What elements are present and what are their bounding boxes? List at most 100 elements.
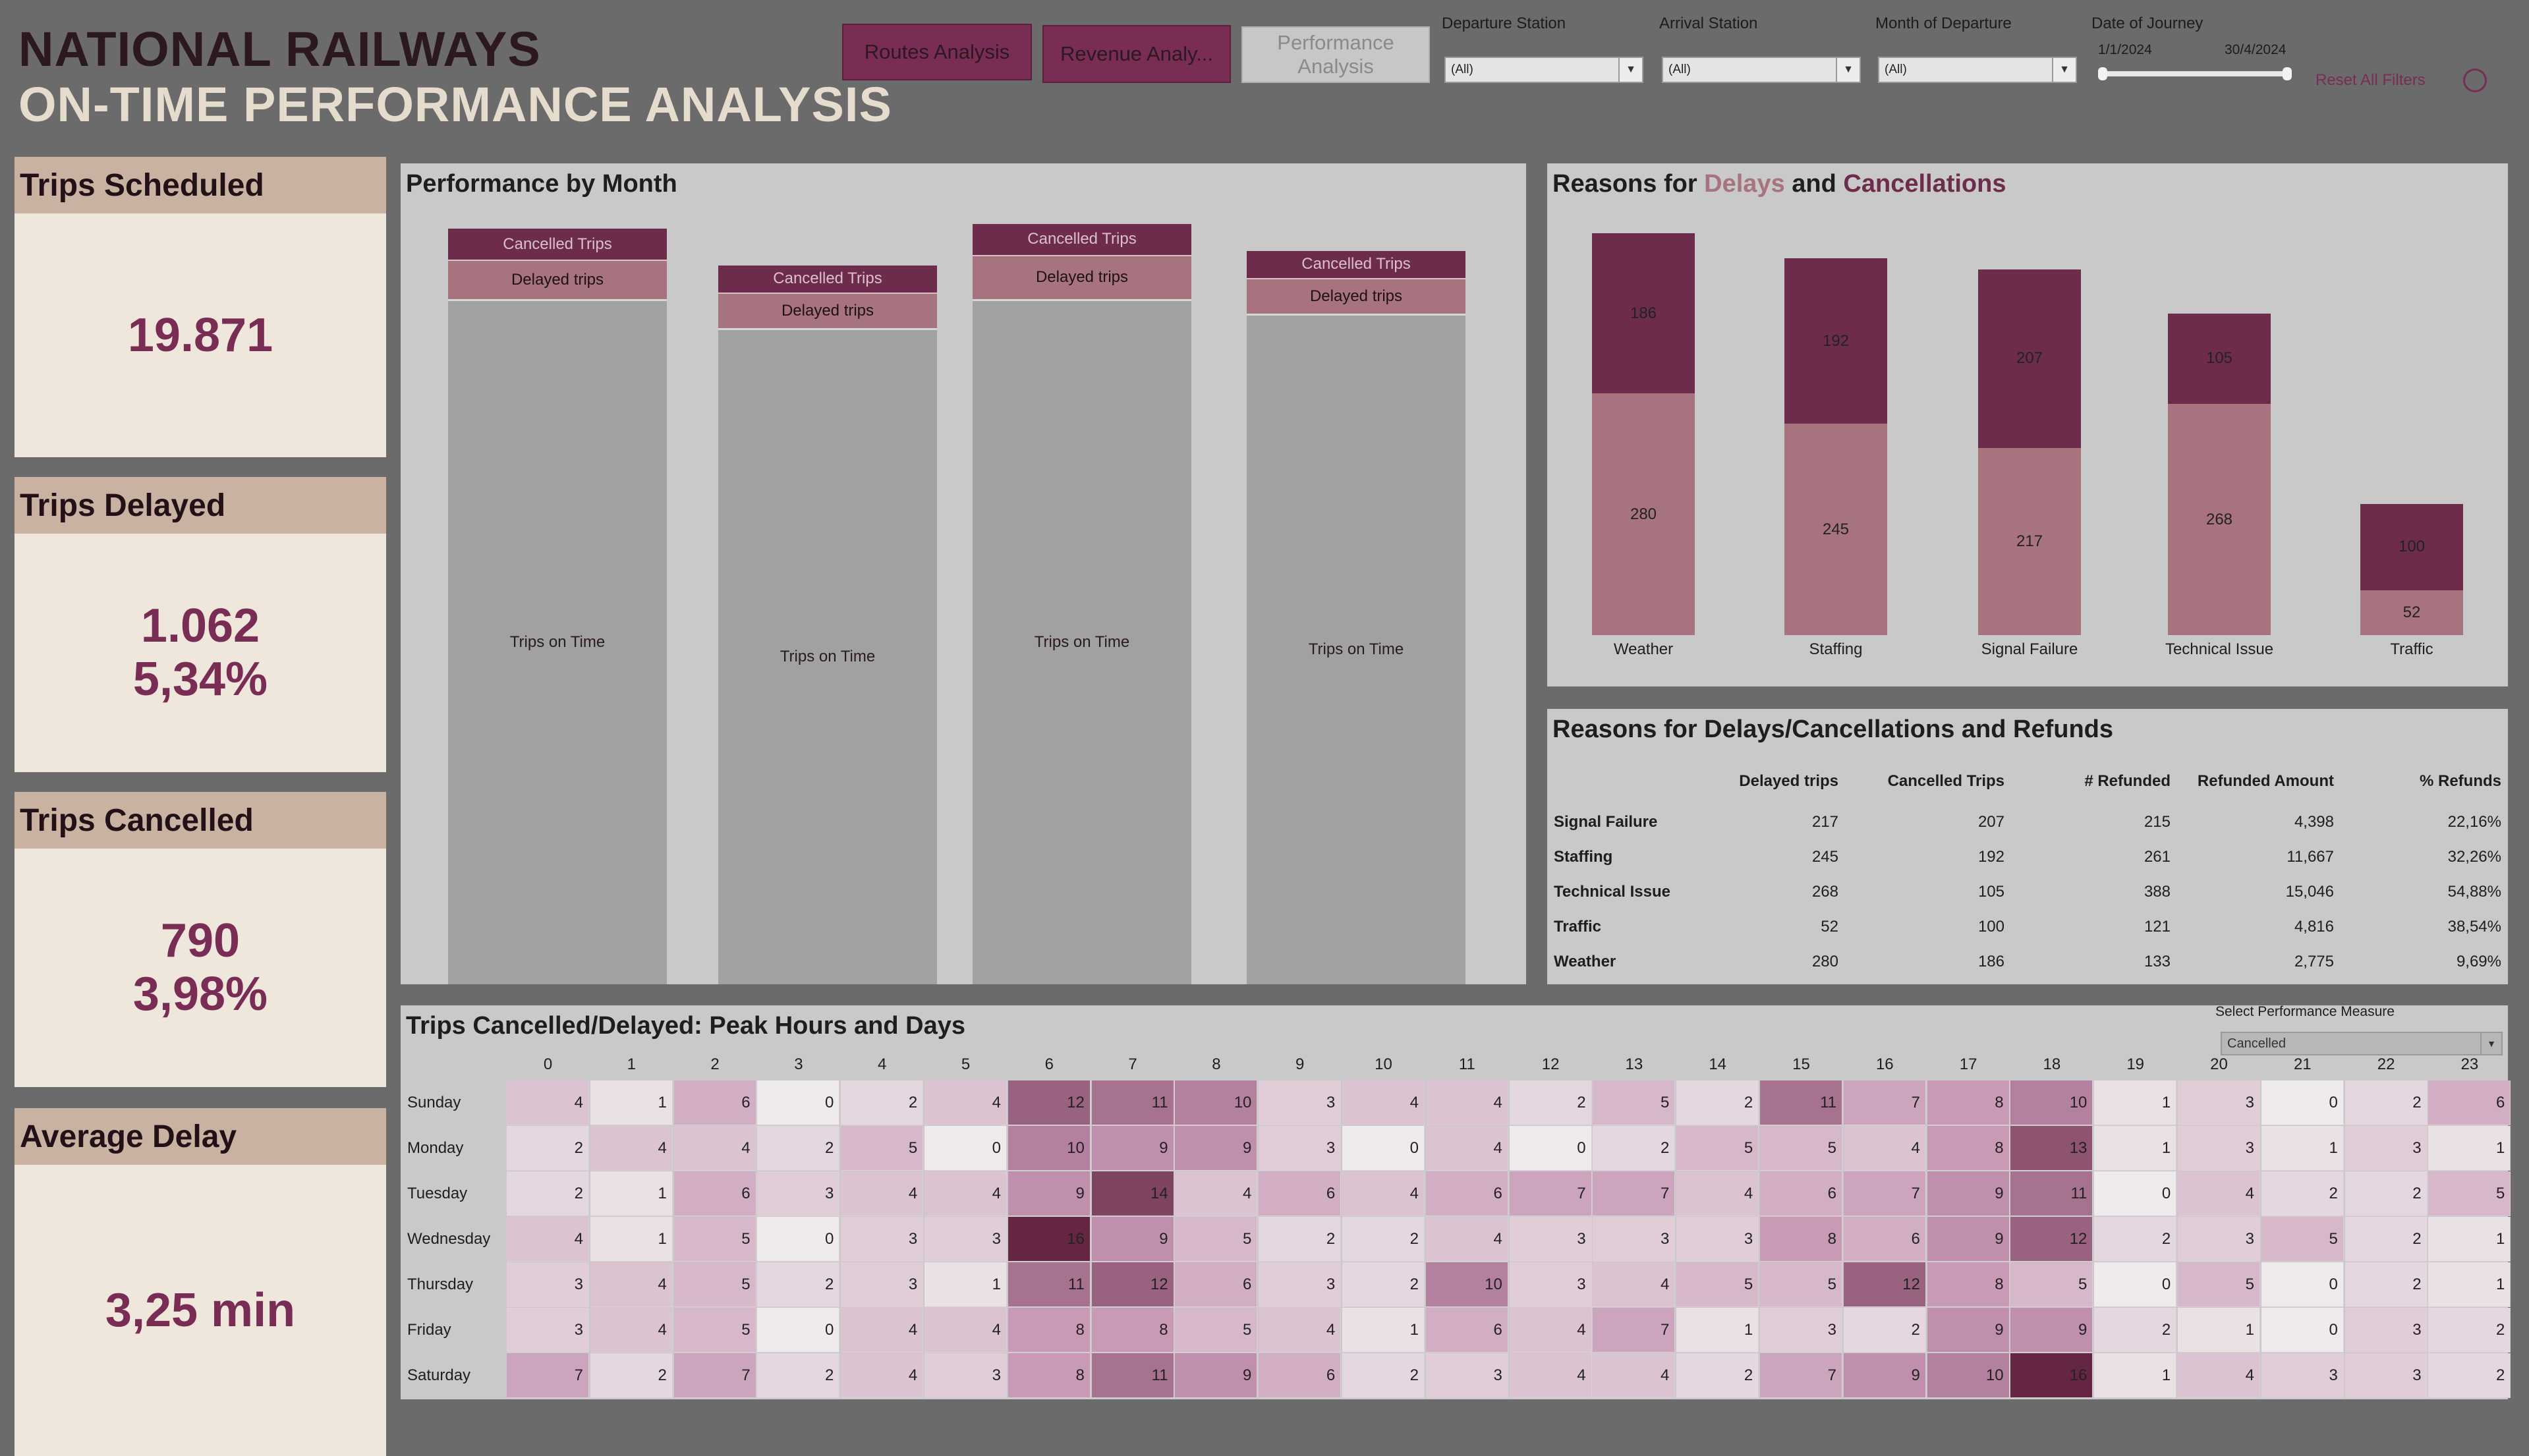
heatmap-cell[interactable]: 2 [1342, 1262, 1425, 1307]
heatmap-cell[interactable]: 0 [1342, 1126, 1425, 1171]
reset-all-filters-link[interactable]: Reset All Filters [2316, 71, 2426, 90]
arrival-station-select[interactable]: (All) ▼ [1662, 57, 1861, 83]
heatmap-cell[interactable]: 4 [1425, 1126, 1508, 1171]
heatmap-cell[interactable]: 4 [1593, 1262, 1676, 1307]
chevron-down-icon[interactable]: ▼ [1836, 58, 1860, 82]
heatmap-cell[interactable]: 6 [1843, 1217, 1926, 1262]
heatmap-cell[interactable]: 9 [2010, 1308, 2093, 1353]
heatmap-cell[interactable]: 4 [1342, 1080, 1425, 1125]
heatmap-cell[interactable]: 0 [2094, 1171, 2177, 1216]
revenue-analysis-button[interactable]: Revenue Analy... [1042, 25, 1231, 83]
heatmap-cell[interactable]: 10 [1927, 1353, 2010, 1398]
heatmap-cell[interactable]: 3 [1425, 1353, 1508, 1398]
heatmap-cell[interactable]: 4 [841, 1353, 924, 1398]
heatmap-cell[interactable]: 3 [1676, 1217, 1759, 1262]
heatmap-cell[interactable]: 7 [1509, 1171, 1592, 1216]
heatmap-cell[interactable]: 5 [2178, 1262, 2260, 1307]
heatmap-cell[interactable]: 4 [924, 1171, 1007, 1216]
heatmap-cell[interactable]: 6 [1425, 1171, 1508, 1216]
heatmap-cell[interactable]: 3 [1593, 1217, 1676, 1262]
heatmap-cell[interactable]: 2 [2428, 1353, 2511, 1398]
heatmap-cell[interactable]: 6 [1425, 1308, 1508, 1353]
heatmap-cell[interactable]: 2 [1593, 1126, 1676, 1171]
heatmap-cell[interactable]: 1 [2261, 1126, 2344, 1171]
heatmap-cell[interactable]: 0 [924, 1126, 1007, 1171]
heatmap-cell[interactable]: 7 [1760, 1353, 1842, 1398]
heatmap-cell[interactable]: 4 [1509, 1308, 1592, 1353]
heatmap-cell[interactable]: 2 [757, 1353, 840, 1398]
heatmap-cell[interactable]: 4 [841, 1171, 924, 1216]
heatmap-cell[interactable]: 11 [1091, 1353, 1174, 1398]
heatmap-cell[interactable]: 3 [1760, 1308, 1842, 1353]
heatmap-cell[interactable]: 0 [1509, 1126, 1592, 1171]
heatmap-cell[interactable]: 4 [2178, 1171, 2260, 1216]
heatmap-cell[interactable]: 2 [2261, 1171, 2344, 1216]
reason-bar[interactable]: 192 245 [1784, 258, 1887, 635]
heatmap-cell[interactable]: 5 [1676, 1262, 1759, 1307]
heatmap-cell[interactable]: 4 [590, 1262, 673, 1307]
heatmap-cell[interactable]: 3 [1259, 1080, 1342, 1125]
heatmap-cell[interactable]: 4 [924, 1080, 1007, 1125]
heatmap-cell[interactable]: 4 [1593, 1353, 1676, 1398]
heatmap-cell[interactable]: 9 [1091, 1126, 1174, 1171]
heatmap-cell[interactable]: 2 [2344, 1171, 2428, 1216]
heatmap-cell[interactable]: 2 [2428, 1308, 2511, 1353]
date-slider-start-handle[interactable] [2098, 67, 2107, 80]
heatmap-cell[interactable]: 3 [2344, 1353, 2428, 1398]
heatmap-cell[interactable]: 4 [1175, 1171, 1258, 1216]
heatmap-cell[interactable]: 4 [841, 1308, 924, 1353]
chevron-down-icon[interactable]: ▼ [1618, 58, 1642, 82]
heatmap-cell[interactable]: 2 [1676, 1353, 1759, 1398]
heatmap-cell[interactable]: 16 [2010, 1353, 2093, 1398]
heatmap-cell[interactable]: 2 [590, 1353, 673, 1398]
heatmap-cell[interactable]: 4 [1425, 1080, 1508, 1125]
heatmap-cell[interactable]: 4 [924, 1308, 1007, 1353]
heatmap-cell[interactable]: 1 [590, 1217, 673, 1262]
heatmap-cell[interactable]: 7 [1843, 1171, 1926, 1216]
date-slider-end-handle[interactable] [2283, 67, 2292, 80]
heatmap-cell[interactable]: 1 [590, 1080, 673, 1125]
heatmap-cell[interactable]: 6 [1760, 1171, 1842, 1216]
heatmap-cell[interactable]: 4 [1425, 1217, 1508, 1262]
heatmap-cell[interactable]: 3 [924, 1353, 1007, 1398]
reason-bar[interactable]: 100 52 [2360, 504, 2463, 635]
heatmap-cell[interactable]: 7 [1593, 1171, 1676, 1216]
departure-station-select[interactable]: (All) ▼ [1444, 57, 1643, 83]
heatmap-cell[interactable]: 12 [1843, 1262, 1926, 1307]
heatmap-cell[interactable]: 2 [1342, 1217, 1425, 1262]
heatmap-cell[interactable]: 5 [2261, 1217, 2344, 1262]
heatmap-cell[interactable]: 5 [673, 1217, 756, 1262]
heatmap-cell[interactable]: 6 [1259, 1171, 1342, 1216]
heatmap-cell[interactable]: 0 [2094, 1262, 2177, 1307]
heatmap-cell[interactable]: 11 [1008, 1262, 1091, 1307]
heatmap-cell[interactable]: 8 [1927, 1080, 2010, 1125]
heatmap-cell[interactable]: 3 [1259, 1262, 1342, 1307]
routes-analysis-button[interactable]: Routes Analysis [842, 24, 1032, 80]
heatmap-cell[interactable]: 2 [2094, 1308, 2177, 1353]
heatmap-cell[interactable]: 13 [2010, 1126, 2093, 1171]
heatmap-cell[interactable]: 4 [1509, 1353, 1592, 1398]
heatmap-cell[interactable]: 8 [1008, 1353, 1091, 1398]
heatmap-cell[interactable]: 2 [757, 1262, 840, 1307]
heatmap-cell[interactable]: 5 [2010, 1262, 2093, 1307]
heatmap-cell[interactable]: 14 [1091, 1171, 1174, 1216]
heatmap-cell[interactable]: 3 [507, 1308, 589, 1353]
heatmap-cell[interactable]: 1 [590, 1171, 673, 1216]
heatmap-cell[interactable]: 0 [757, 1308, 840, 1353]
heatmap-cell[interactable]: 3 [841, 1262, 924, 1307]
heatmap-cell[interactable]: 4 [1259, 1308, 1342, 1353]
heatmap-cell[interactable]: 5 [673, 1308, 756, 1353]
chevron-down-icon[interactable]: ▼ [2480, 1033, 2501, 1054]
heatmap-cell[interactable]: 4 [1843, 1126, 1926, 1171]
chevron-down-icon[interactable]: ▼ [2052, 58, 2076, 82]
heatmap-cell[interactable]: 3 [1509, 1217, 1592, 1262]
reason-bar[interactable]: 207 217 [1978, 269, 2081, 635]
heatmap-cell[interactable]: 2 [757, 1126, 840, 1171]
heatmap-cell[interactable]: 1 [2094, 1126, 2177, 1171]
heatmap-cell[interactable]: 2 [507, 1126, 589, 1171]
heatmap-cell[interactable]: 0 [2261, 1262, 2344, 1307]
month-of-departure-select[interactable]: (All) ▼ [1878, 57, 2077, 83]
reason-bar[interactable]: 186 280 [1592, 233, 1695, 635]
heatmap-cell[interactable]: 10 [1425, 1262, 1508, 1307]
heatmap-cell[interactable]: 5 [1175, 1308, 1258, 1353]
